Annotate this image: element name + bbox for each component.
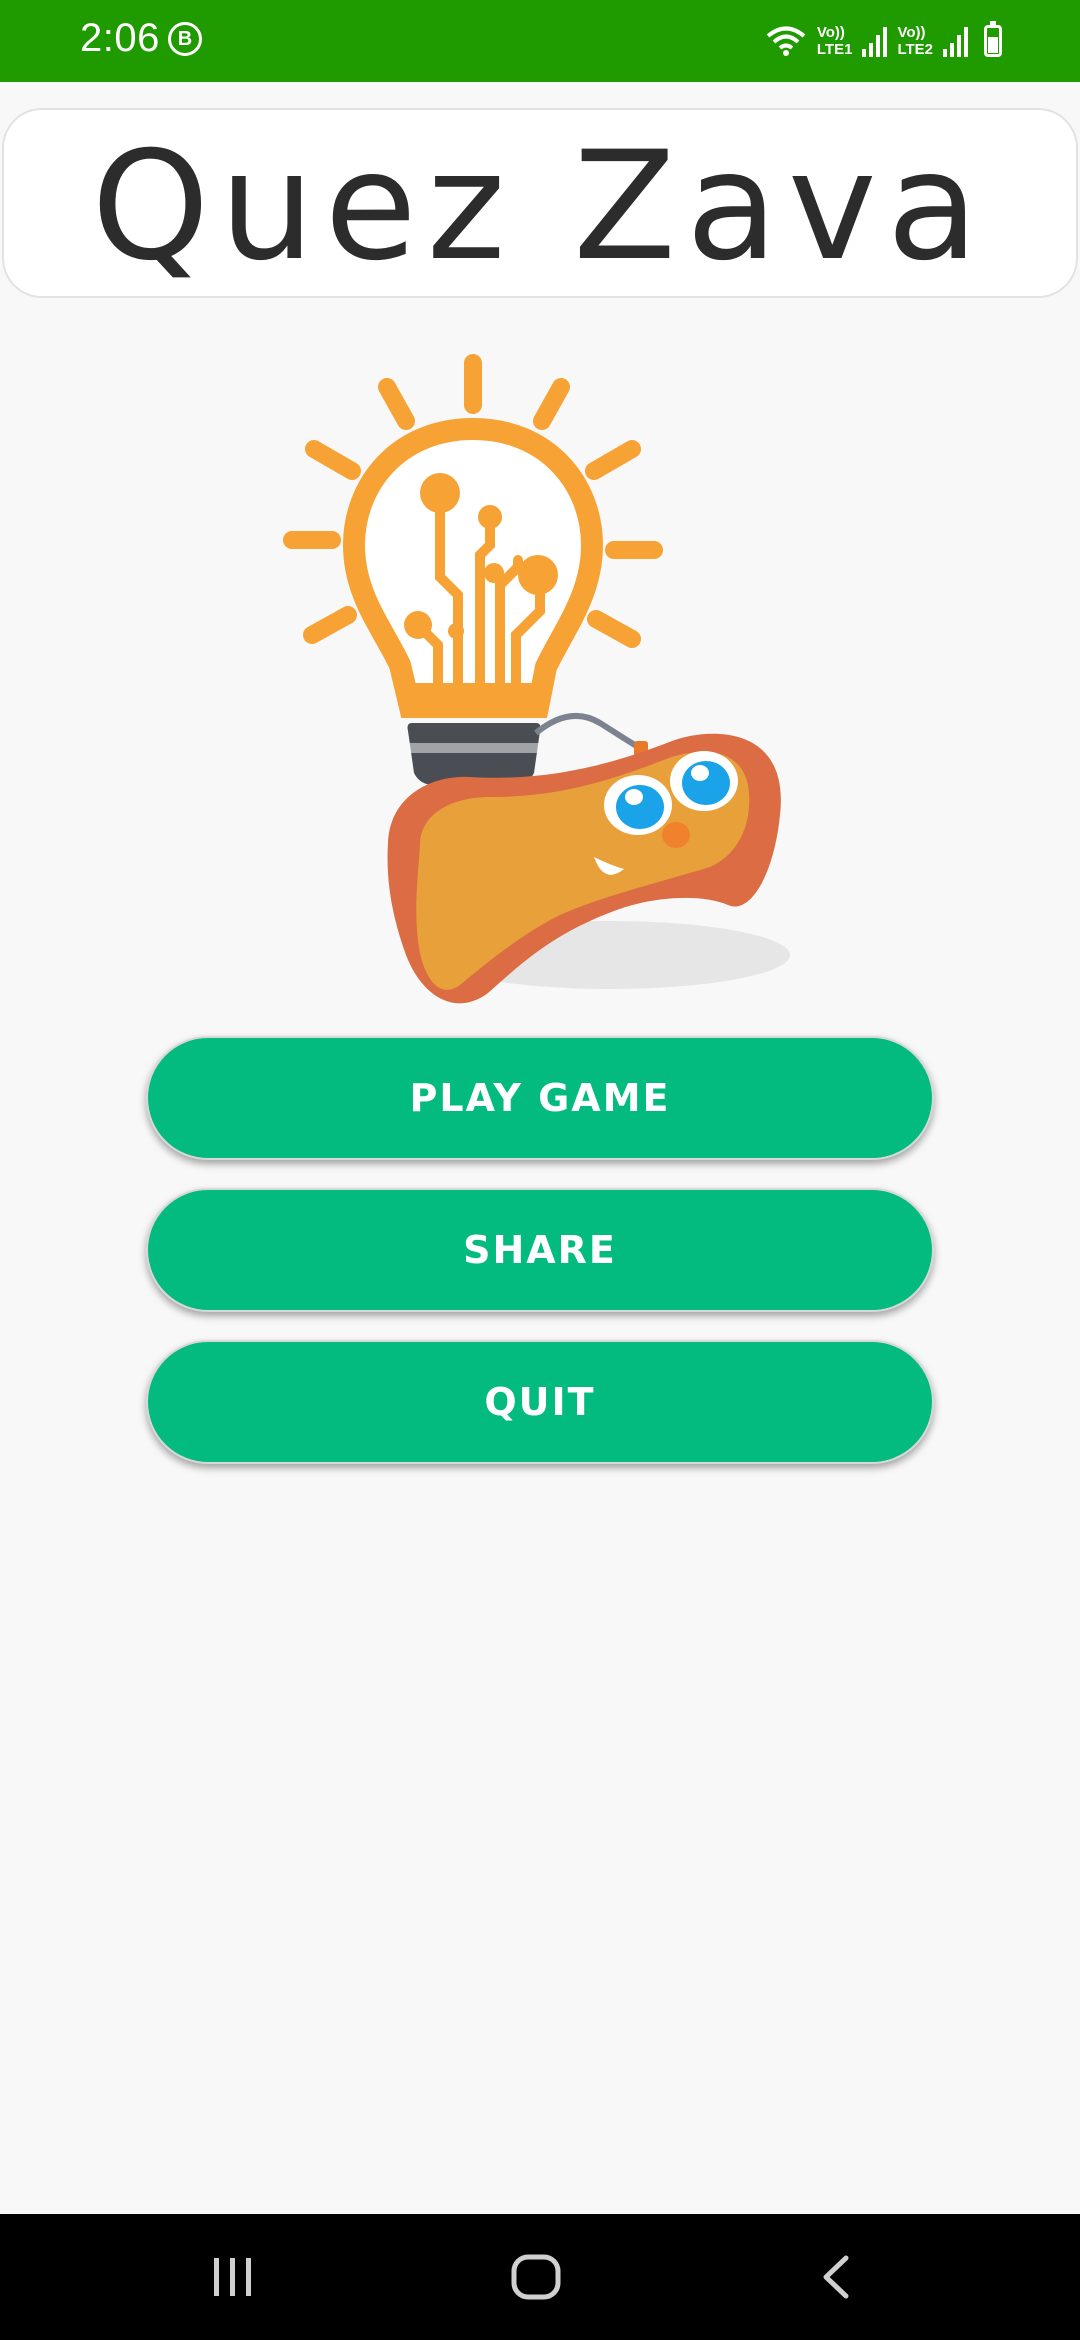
recent-apps-icon[interactable] — [210, 2254, 256, 2300]
sim2-lte: LTE2 — [897, 41, 933, 58]
battery-icon — [984, 21, 1002, 57]
lightbulb-gamepad-logo — [283, 354, 790, 1004]
sim1-lte: LTE1 — [816, 41, 853, 58]
sim2-volte: Vo)) — [897, 24, 926, 41]
notification-b-icon: B — [168, 22, 202, 56]
app-title: Quez Zava — [91, 120, 989, 294]
quit-button[interactable]: QUIT — [146, 1340, 934, 1464]
signal-icon — [862, 25, 888, 57]
play-game-button[interactable]: PLAY GAME — [146, 1036, 934, 1160]
sim1-volte: Vo)) — [816, 24, 845, 41]
status-icons: Vo)) LTE1 Vo)) LTE2 — [765, 18, 1002, 64]
navigation-bar — [0, 2214, 1080, 2340]
sim2-indicator: Vo)) LTE2 — [897, 24, 933, 58]
status-bar: 2:06 B Vo)) LTE1 Vo)) LTE2 — [0, 0, 1080, 82]
home-icon[interactable] — [510, 2254, 562, 2300]
share-button[interactable]: SHARE — [146, 1188, 934, 1312]
back-icon[interactable] — [816, 2254, 856, 2300]
signal-icon — [943, 25, 968, 57]
status-time: 2:06 — [80, 16, 160, 60]
sim1-indicator: Vo)) LTE1 — [817, 24, 853, 58]
wifi-icon — [766, 26, 806, 56]
title-card: Quez Zava — [2, 108, 1078, 298]
